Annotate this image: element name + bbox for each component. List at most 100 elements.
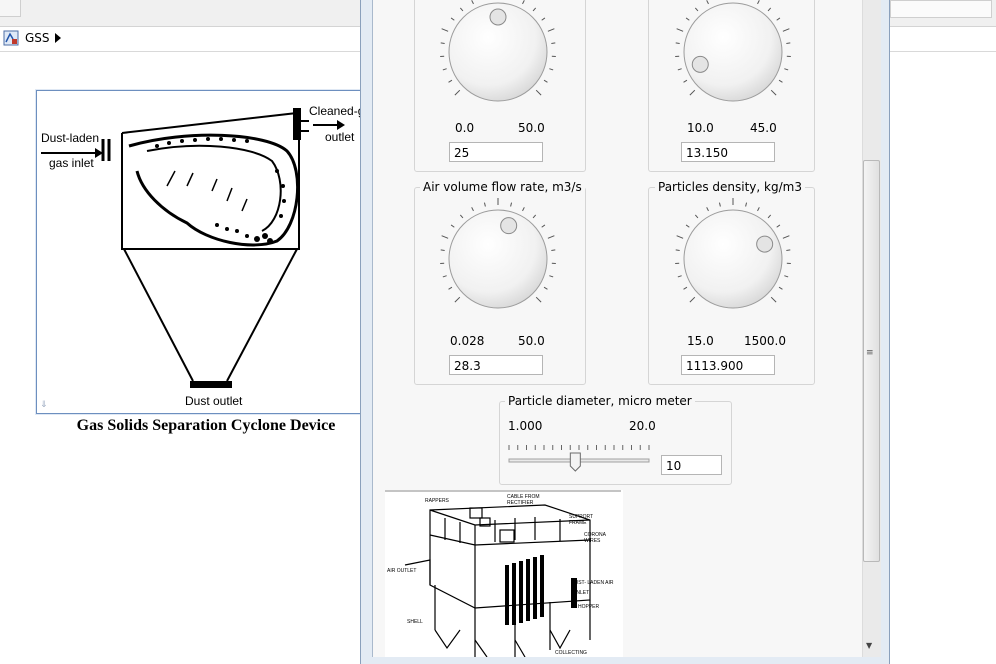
knob-tick — [441, 235, 449, 239]
model-icon[interactable] — [3, 30, 19, 46]
knob-dial[interactable] — [433, 194, 563, 324]
knob-tick — [532, 214, 537, 219]
knob-tick — [510, 202, 513, 207]
knob-tick — [535, 89, 542, 96]
knob-tick — [694, 7, 699, 12]
knob-2-max: 45.0 — [750, 121, 777, 135]
scrollbar-thumb[interactable] — [863, 160, 880, 562]
knob-tick — [677, 275, 682, 278]
knob-tick — [549, 275, 554, 278]
knob-dial[interactable] — [433, 0, 563, 117]
slider-max: 20.0 — [629, 419, 656, 433]
toolbar-combo[interactable] — [890, 0, 992, 18]
scroll-down-arrow-icon[interactable]: ▼ — [866, 641, 872, 650]
knob-4-title: Particles density, kg/m3 — [655, 180, 805, 194]
label-hopper: HOPPER — [578, 604, 600, 610]
knob-tick — [547, 28, 555, 32]
knob-tick — [675, 42, 680, 45]
knob-3-title: Air volume flow rate, m3/s — [420, 180, 585, 194]
knob-4-min: 15.0 — [687, 334, 714, 348]
cyclone-diagram: Dust-laden gas inlet Cleaned-ga outlet D… — [41, 104, 363, 408]
slider-thumb[interactable] — [569, 452, 581, 472]
knob-tick — [784, 275, 789, 278]
label-corona-2: WIRES — [584, 538, 601, 544]
knob-tick — [689, 296, 696, 303]
slider-min: 1.000 — [508, 419, 543, 433]
knob-indicator[interactable] — [756, 235, 774, 253]
inlet-label-1: Dust-laden — [41, 131, 99, 145]
knob-indicator[interactable] — [500, 217, 518, 235]
knob-dial[interactable] — [668, 0, 798, 117]
knob-tick — [454, 296, 461, 303]
particle-diameter-slider[interactable] — [505, 440, 655, 476]
outlet-label-1: Cleaned-ga — [309, 104, 363, 118]
slider-value-field[interactable]: 10 — [661, 455, 722, 475]
precipitator-diagram: RAPPERS CABLE FROM RECTIFIER SUPPORT FRA… — [385, 490, 621, 657]
knob-body[interactable] — [448, 209, 548, 309]
knob-tick — [782, 235, 790, 239]
slider-title: Particle diameter, micro meter — [505, 394, 695, 408]
knob-tick — [440, 249, 445, 252]
knob-dial[interactable] — [668, 194, 798, 324]
knob-tick — [767, 214, 772, 219]
knob-tick — [683, 79, 688, 83]
knob-tick — [676, 28, 684, 32]
knob-tick — [776, 17, 781, 21]
knob-body[interactable] — [683, 209, 783, 309]
inlet-label-2: gas inlet — [49, 156, 94, 170]
knob-tick — [450, 17, 455, 21]
knob-1-value-field[interactable]: 25 — [449, 142, 543, 162]
knob-tick — [718, 202, 721, 207]
breadcrumb-model-name[interactable]: GSS — [25, 31, 50, 45]
label-shell: SHELL — [407, 619, 423, 625]
toolbar-right — [890, 0, 996, 24]
knob-tick — [448, 79, 453, 83]
knob-tick — [471, 207, 474, 212]
knob-tick — [782, 28, 790, 32]
breadcrumb-arrow-icon[interactable] — [55, 33, 61, 43]
knob-tick — [683, 286, 688, 290]
knob-tick — [770, 296, 777, 303]
block-caption: Gas Solids Separation Cyclone Device — [76, 417, 336, 434]
knob-tick — [689, 89, 696, 96]
dust-outlet-label: Dust outlet — [185, 394, 243, 408]
knob-body[interactable] — [683, 2, 783, 102]
knob-3-value-field[interactable]: 28.3 — [449, 355, 543, 375]
knob-tick — [706, 207, 709, 212]
knob-tick — [543, 79, 548, 83]
knob-tick — [535, 296, 542, 303]
knob-tick — [442, 275, 447, 278]
knob-tick — [483, 202, 486, 207]
knob-tick — [685, 17, 690, 21]
knob-tick — [786, 42, 791, 45]
knob-tick — [778, 286, 783, 290]
precipitator-image: RAPPERS CABLE FROM RECTIFIER SUPPORT FRA… — [385, 490, 623, 657]
knob-1-max: 50.0 — [518, 121, 545, 135]
toolbar-button[interactable] — [0, 0, 21, 17]
knob-tick — [442, 68, 447, 71]
knob-tick — [675, 249, 680, 252]
knob-tick — [441, 28, 449, 32]
knob-2-min: 10.0 — [687, 121, 714, 135]
knob-tick — [784, 68, 789, 71]
knob-tick — [694, 214, 699, 219]
knob-tick — [685, 224, 690, 228]
scrollbar-grip-icon: ≡ — [866, 348, 874, 358]
knob-tick — [543, 286, 548, 290]
label-rectifier: RECTIFIER — [507, 500, 534, 506]
knob-tick — [454, 89, 461, 96]
resize-arrow-icon: ⇓ — [40, 400, 48, 410]
label-support-2: FRAME — [569, 520, 587, 526]
knob-indicator[interactable] — [489, 8, 507, 26]
knob-indicator[interactable] — [691, 55, 709, 73]
knob-tick — [706, 0, 709, 5]
label-dust-air: DUST- LADEN AIR — [571, 580, 614, 586]
knob-tick — [471, 0, 474, 5]
knob-tick — [440, 42, 445, 45]
knob-1-min: 0.0 — [455, 121, 475, 135]
knob-tick — [776, 224, 781, 228]
knob-2-value-field[interactable]: 13.150 — [681, 142, 775, 162]
knob-tick — [778, 79, 783, 83]
knob-tick — [786, 249, 791, 252]
knob-4-value-field[interactable]: 1113.900 — [681, 355, 775, 375]
